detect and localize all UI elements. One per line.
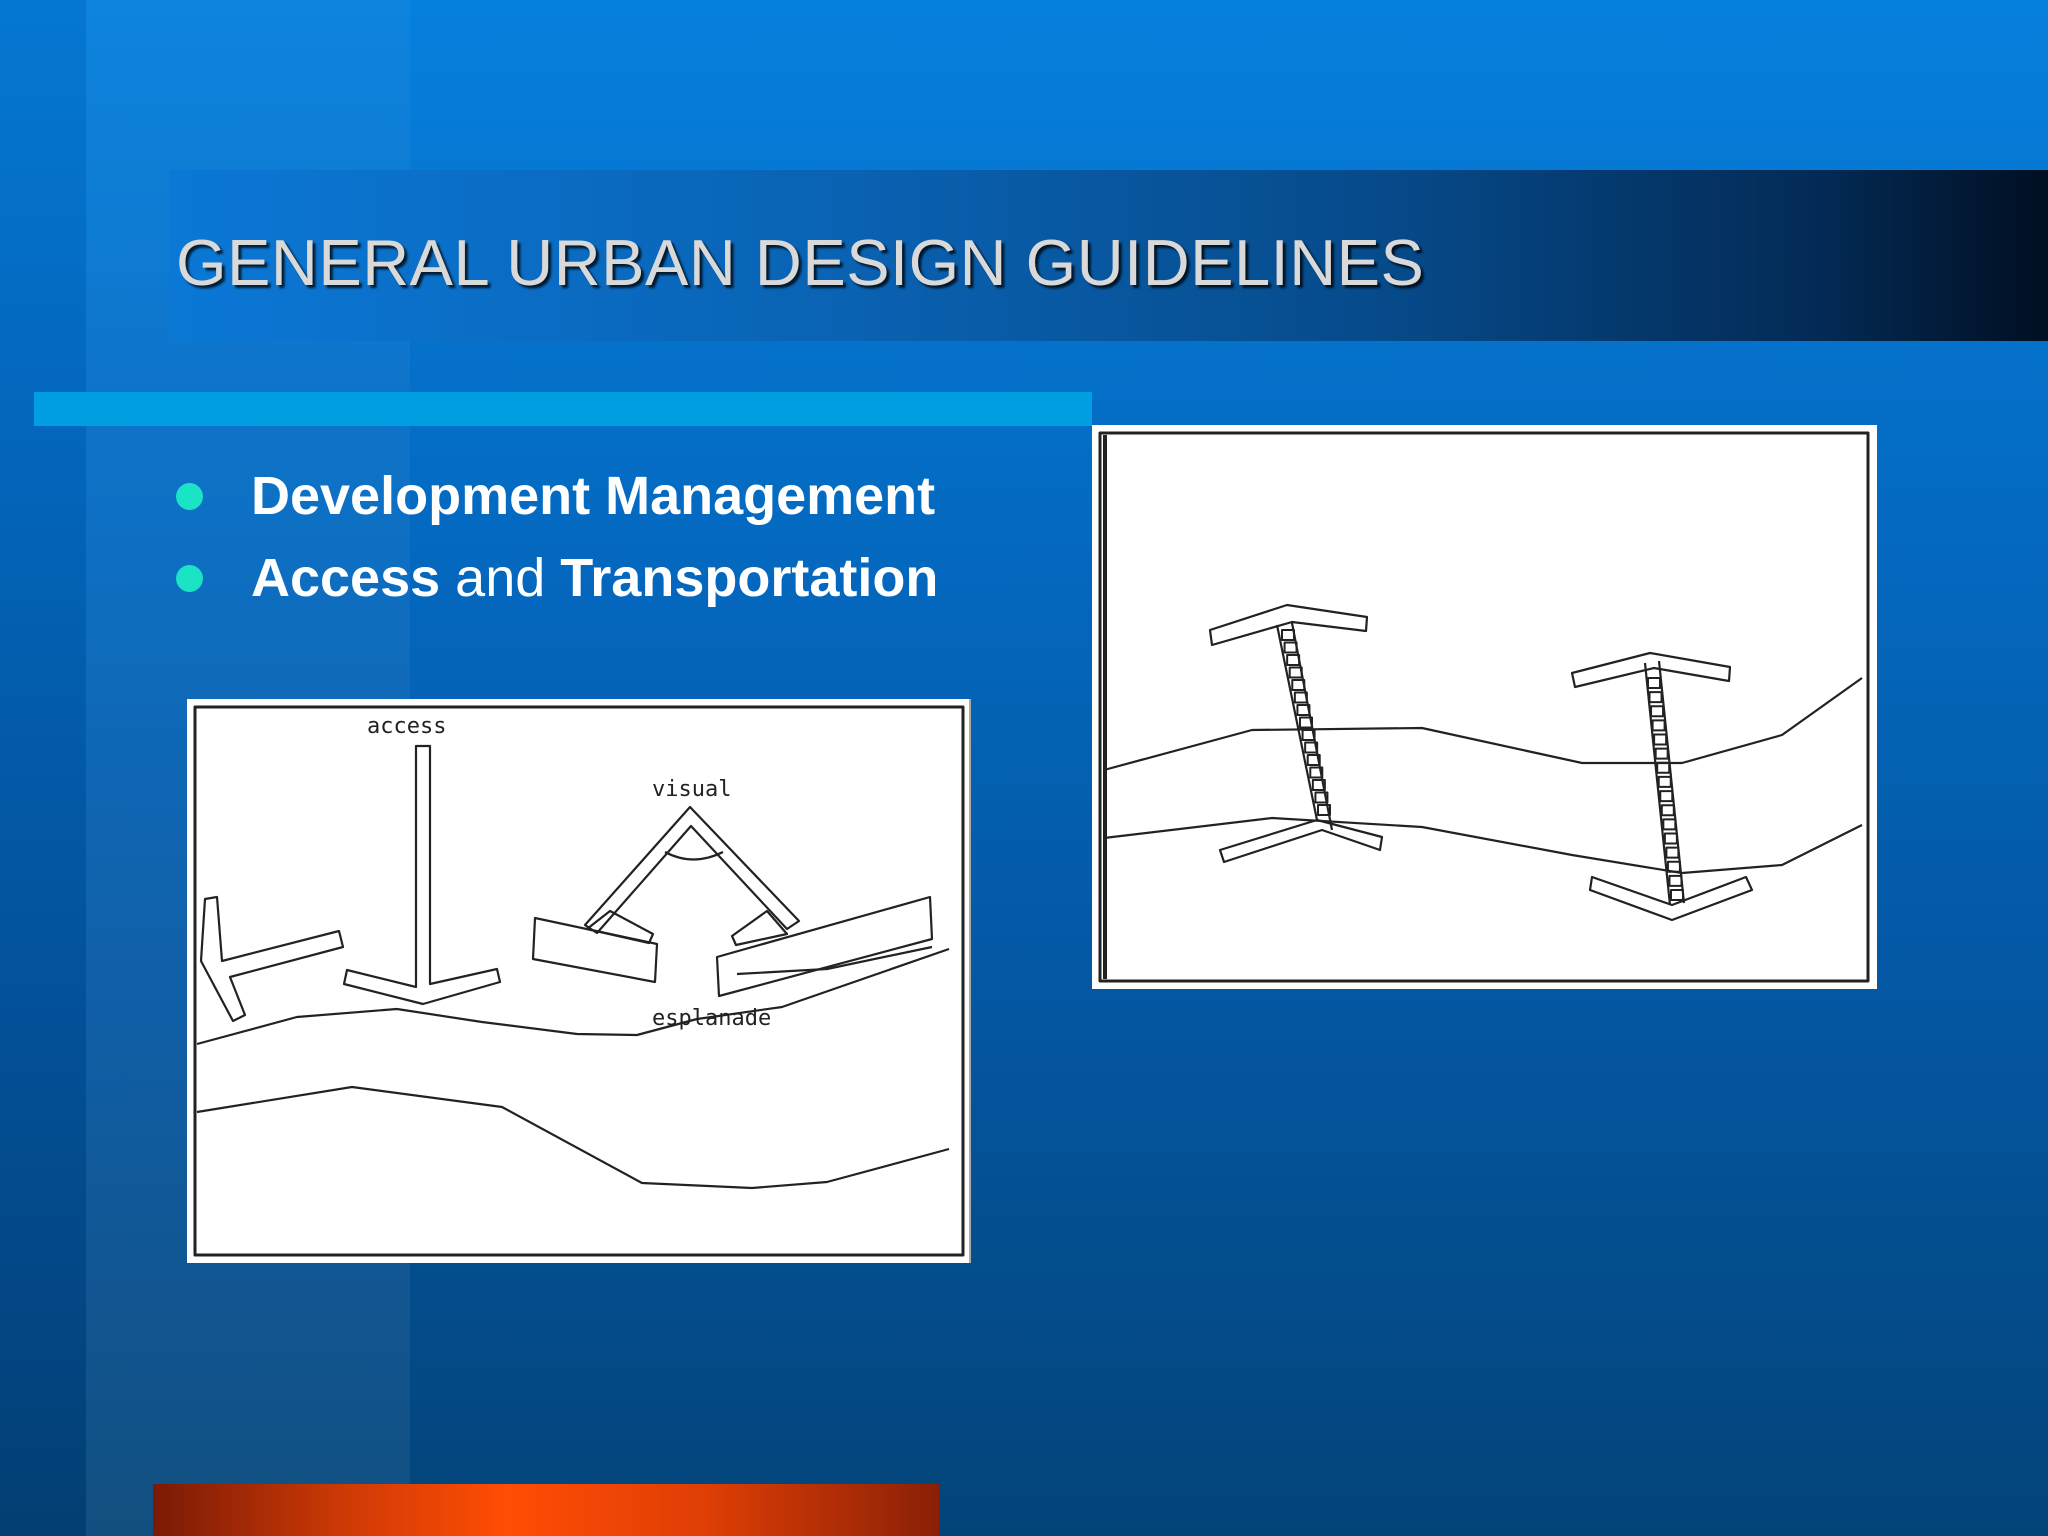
bullet-item-development-management: Development Management [176, 455, 938, 537]
ladder-rung [1648, 691, 1663, 704]
ladder-rung [1657, 775, 1672, 788]
label-esplanade: esplanade [652, 1006, 771, 1031]
label-access: access [367, 714, 446, 739]
bullet-text-transportation: Transportation [560, 548, 939, 608]
bullet-text-access: Access [251, 548, 441, 608]
bullet-dot-icon [176, 482, 203, 510]
pier-sketch-figure [1092, 425, 1877, 989]
label-visual: visual [652, 777, 731, 802]
accent-bar [34, 392, 1092, 426]
slide-title: GENERAL URBAN DESIGN GUIDELINES [176, 226, 1425, 299]
visual-arrows-icon [583, 805, 801, 947]
shoreline-lower [1103, 816, 1863, 875]
bullet-text-and: and [440, 548, 561, 608]
ladder-rung [1654, 747, 1669, 760]
shoreline-upper [1103, 677, 1863, 772]
ladder-rung [1281, 629, 1295, 641]
ladder-rung [1286, 654, 1301, 666]
ladder-rung [1663, 832, 1678, 845]
ladder-rung [1660, 804, 1675, 817]
bottom-accent-bar [153, 1484, 939, 1536]
bullet-item-access-transportation: Access and Transportation [176, 537, 938, 619]
background-column [0, 0, 86, 1536]
pier-sketch-drawing [1098, 431, 1870, 983]
bullet-dot-icon [176, 564, 203, 592]
ladder-rung [1659, 790, 1674, 803]
ladder-rung [1647, 677, 1661, 689]
ladder-rung [1670, 889, 1684, 901]
bullet-list: Development Management Access and Transp… [176, 455, 938, 619]
shoreline-upper [196, 947, 950, 1046]
access-sketch-drawing: access visual esplanade [193, 699, 971, 1263]
ladder-rung [1668, 874, 1683, 887]
shoreline-lower [196, 1085, 950, 1190]
ladder-rung [1662, 818, 1677, 831]
access-sketch-figure: access visual esplanade [187, 699, 971, 1263]
building-blocks-icon [199, 895, 934, 1023]
ladder-rung [1283, 641, 1298, 654]
access-arrow-icon [342, 744, 502, 1006]
ladder-rung [1653, 733, 1668, 746]
ladder-rung [1665, 846, 1680, 859]
ladder-rung [1656, 761, 1671, 774]
bullet-text: Development Management [251, 466, 936, 526]
ladder-rung [1650, 705, 1665, 718]
ladder-rung [1651, 719, 1666, 732]
